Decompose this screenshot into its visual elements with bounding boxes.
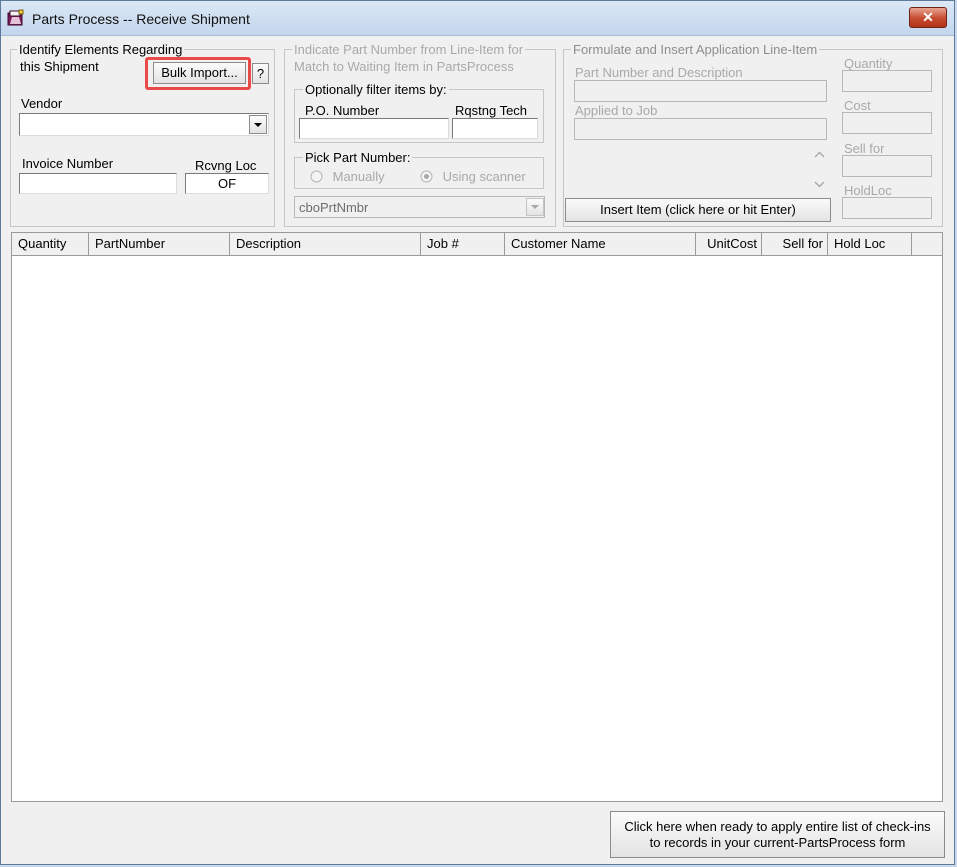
chevron-up-icon <box>814 151 825 158</box>
po-number-field[interactable] <box>299 118 449 139</box>
rcvng-loc-field[interactable]: OF <box>185 173 269 194</box>
rcvng-loc-value: OF <box>217 176 237 191</box>
line-items-grid[interactable]: Quantity PartNumber Description Job # Cu… <box>11 232 943 802</box>
holdloc-label: HoldLoc <box>844 183 892 198</box>
identify-legend-line2: this Shipment <box>20 59 99 74</box>
window-title: Parts Process -- Receive Shipment <box>32 11 250 27</box>
applied-job-field[interactable] <box>574 118 827 140</box>
col-unit-cost[interactable]: UnitCost <box>696 233 762 255</box>
bulk-import-highlight <box>145 57 251 90</box>
quantity-field[interactable] <box>842 70 932 92</box>
radio-using-scanner-label: Using scanner <box>442 169 526 184</box>
help-button[interactable]: ? <box>252 63 269 84</box>
vendor-dropdown-button[interactable] <box>249 115 267 134</box>
formulate-legend: Formulate and Insert Application Line-It… <box>571 42 820 57</box>
pick-part-legend: Pick Part Number: <box>303 150 413 165</box>
title-bar: Parts Process -- Receive Shipment ✕ <box>1 1 954 36</box>
radio-manually-label: Manually <box>332 169 385 184</box>
col-job-number[interactable]: Job # <box>421 233 505 255</box>
invoice-number-field[interactable] <box>19 173 177 194</box>
rcvng-loc-label: Rcvng Loc <box>195 158 257 173</box>
identify-legend-line1: Identify Elements Regarding <box>17 42 185 57</box>
vendor-label: Vendor <box>21 96 63 111</box>
indicate-legend-line1: Indicate Part Number from Line-Item for <box>292 42 526 57</box>
part-desc-label: Part Number and Description <box>575 65 743 80</box>
filter-legend: Optionally filter items by: <box>303 82 449 97</box>
col-description[interactable]: Description <box>230 233 421 255</box>
app-icon <box>7 9 24 26</box>
part-number-combo-value: cboPrtNmbr <box>299 200 369 215</box>
close-icon: ✕ <box>922 9 934 25</box>
po-number-label: P.O. Number <box>305 103 380 118</box>
sell-for-label: Sell for <box>844 141 885 156</box>
applied-job-label: Applied to Job <box>575 103 658 118</box>
chevron-down-icon <box>814 181 825 188</box>
col-hold-loc[interactable]: Hold Loc <box>828 233 912 255</box>
cost-label: Cost <box>844 98 871 113</box>
indicate-legend-line2: Match to Waiting Item in PartsProcess <box>294 59 514 74</box>
apply-line1: Click here when ready to apply entire li… <box>624 819 931 834</box>
part-number-dropdown-button[interactable] <box>526 198 544 216</box>
apply-line2: to records in your current-PartsProcess … <box>649 835 906 850</box>
receive-shipment-window: Parts Process -- Receive Shipment ✕ Iden… <box>0 0 955 865</box>
chevron-down-icon <box>254 123 262 127</box>
radio-selected-icon <box>420 170 433 183</box>
radio-unselected-icon <box>310 170 323 183</box>
cost-field[interactable] <box>842 112 932 134</box>
chevron-down-icon <box>531 205 539 209</box>
col-part-number[interactable]: PartNumber <box>89 233 230 255</box>
description-scrollbar[interactable] <box>811 144 828 194</box>
col-customer-name[interactable]: Customer Name <box>505 233 696 255</box>
invoice-number-label: Invoice Number <box>22 156 114 171</box>
help-label: ? <box>256 66 265 81</box>
quantity-label: Quantity <box>844 56 893 71</box>
close-button[interactable]: ✕ <box>909 7 947 28</box>
sell-for-field[interactable] <box>842 155 932 177</box>
radio-manually[interactable]: Manually <box>310 169 385 184</box>
part-desc-field[interactable] <box>574 80 827 102</box>
apply-check-ins-button[interactable]: Click here when ready to apply entire li… <box>610 811 945 858</box>
rqstng-tech-label: Rqstng Tech <box>455 103 528 118</box>
col-quantity[interactable]: Quantity <box>12 233 89 255</box>
insert-item-label: Insert Item (click here or hit Enter) <box>600 202 796 217</box>
holdloc-field[interactable] <box>842 197 932 219</box>
col-sell-for[interactable]: Sell for <box>762 233 828 255</box>
radio-using-scanner[interactable]: Using scanner <box>420 169 526 184</box>
insert-item-button[interactable]: Insert Item (click here or hit Enter) <box>565 198 831 222</box>
grid-header: Quantity PartNumber Description Job # Cu… <box>12 233 942 256</box>
vendor-combo[interactable] <box>19 113 269 136</box>
rqstng-tech-field[interactable] <box>452 118 538 139</box>
part-number-combo[interactable]: cboPrtNmbr <box>294 196 545 218</box>
